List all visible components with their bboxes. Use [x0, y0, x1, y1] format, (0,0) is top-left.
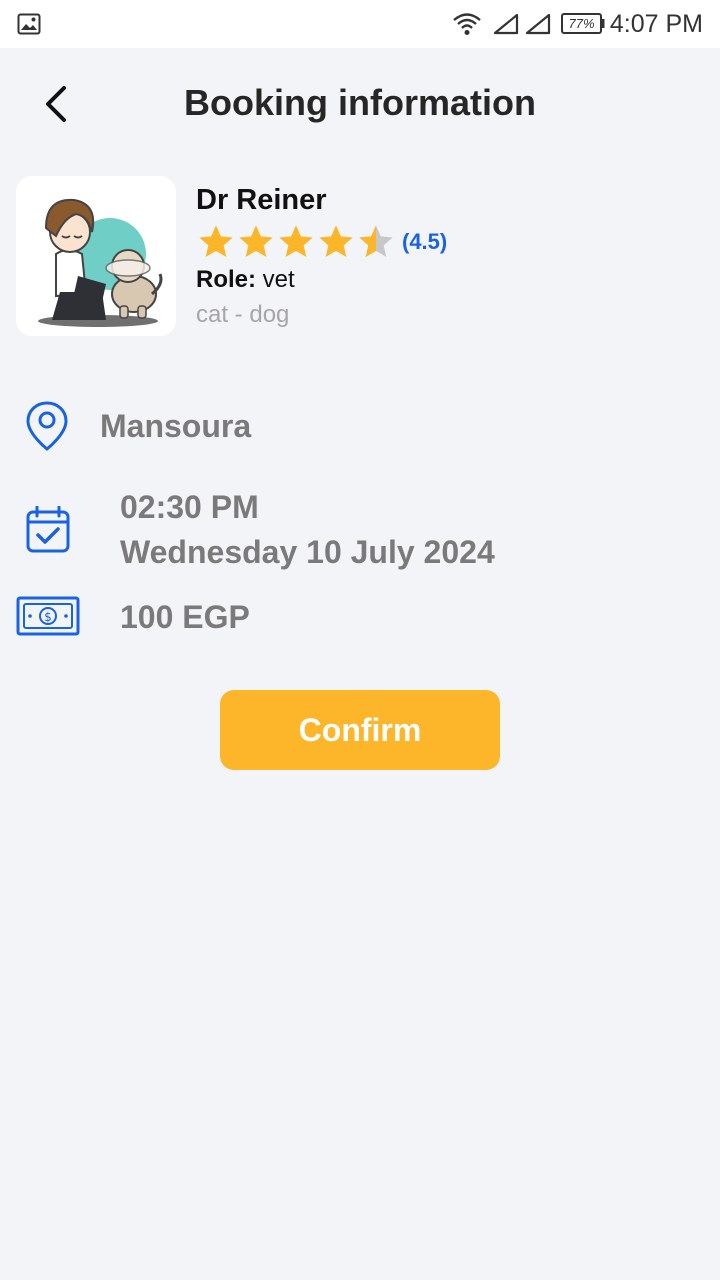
svg-text:$: $: [44, 610, 52, 624]
role-value: vet: [262, 266, 295, 293]
battery-level: 77%: [568, 16, 595, 31]
role-label: Role:: [196, 266, 256, 293]
gallery-icon: [17, 13, 41, 35]
location-text: Mansoura: [100, 408, 252, 444]
signal-icon: [493, 13, 519, 35]
banknote-icon: $: [16, 596, 80, 636]
signal-icon: [525, 13, 551, 35]
status-clock: 4:07 PM: [609, 10, 703, 38]
star-icon: [279, 225, 313, 257]
star-icon: [319, 225, 353, 257]
wifi-icon: [453, 13, 481, 35]
price-text: 100 EGP: [120, 599, 250, 635]
star-icon: [199, 225, 233, 257]
location-pin-icon: [26, 401, 68, 451]
doctor-role: Role: vet: [196, 265, 295, 295]
appointment-date: Wednesday 10 July 2024: [120, 534, 495, 570]
rating-value: (4.5): [402, 229, 448, 254]
doctor-avatar: [16, 176, 176, 336]
appointment-time: 02:30 PM: [120, 489, 259, 525]
vet-illustration: [38, 198, 163, 327]
doctor-species: cat - dog: [196, 301, 290, 328]
battery-icon: 77%: [561, 13, 605, 34]
star-icon: [239, 225, 273, 257]
doctor-name: Dr Reiner: [196, 184, 327, 216]
confirm-button[interactable]: Confirm: [220, 690, 500, 770]
status-bar: 77% 4:07 PM: [0, 0, 720, 48]
calendar-check-icon: [26, 506, 70, 553]
star-half-icon: [359, 225, 393, 257]
page-title: Booking information: [184, 82, 536, 123]
